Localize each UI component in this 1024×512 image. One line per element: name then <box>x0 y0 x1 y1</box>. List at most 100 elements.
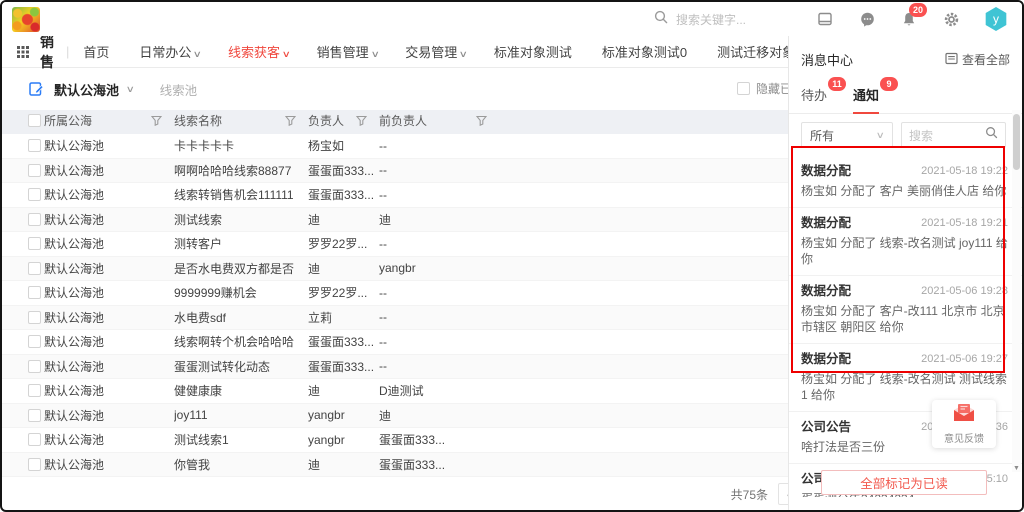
notification-item[interactable]: 数据分配 2021-05-06 19:28 杨宝如 分配了 客户-改111 北京… <box>789 276 1022 344</box>
select-all-checkbox[interactable] <box>28 114 41 127</box>
cell-owner: 迪 <box>308 456 379 473</box>
row-checkbox[interactable] <box>28 164 41 177</box>
table-row[interactable]: 默认公海池 是否水电费双方都是否 迪 yangbr <box>2 257 788 282</box>
filter-icon[interactable] <box>356 115 367 126</box>
cell-lead-name[interactable]: 健健康康 <box>174 382 308 399</box>
cell-lead-name[interactable]: 是否水电费双方都是否 <box>174 260 308 277</box>
nav-item[interactable]: 测试迁移对象 <box>717 42 788 61</box>
app-grid-icon[interactable] <box>16 45 30 59</box>
table-row[interactable]: 默认公海池 joy111 yangbr 迪 <box>2 404 788 429</box>
row-checkbox[interactable] <box>28 139 41 152</box>
column-header-owner[interactable]: 负责人 <box>308 112 379 129</box>
cell-prev-owner: -- <box>379 188 499 202</box>
cell-lead-name[interactable]: 卡卡卡卡卡 <box>174 137 308 154</box>
cell-lead-name[interactable]: 测试线索1 <box>174 431 308 448</box>
pool-selector-dropdown[interactable]: 默认公海池 ∨ <box>54 80 134 99</box>
user-avatar[interactable]: y <box>984 7 1008 31</box>
table-row[interactable]: 默认公海池 测试线索1 yangbr 蛋蛋面333... <box>2 428 788 453</box>
feedback-widget[interactable]: 意见反馈 <box>932 400 996 448</box>
column-header-name[interactable]: 线索名称 <box>174 112 308 129</box>
edit-document-icon[interactable] <box>28 81 44 97</box>
cell-prev-owner: 迪 <box>379 407 499 424</box>
nav-item[interactable]: 标准对象测试 <box>494 42 575 61</box>
table-row[interactable]: 默认公海池 水电费sdf 立莉 -- <box>2 306 788 331</box>
settings-gear-icon[interactable] <box>942 10 960 28</box>
current-app-label[interactable]: 销售 <box>40 36 54 72</box>
prev-page-button[interactable]: ‹ <box>778 483 788 505</box>
scroll-down-icon[interactable]: ▼ <box>1012 465 1021 472</box>
cell-owner: yangbr <box>308 433 379 447</box>
chat-icon[interactable] <box>858 10 876 28</box>
cell-lead-name[interactable]: 线索转销售机会111111 <box>174 186 308 203</box>
row-checkbox[interactable] <box>28 262 41 275</box>
panel-tab[interactable]: 待办 11 <box>801 85 827 113</box>
table-row[interactable]: 默认公海池 线索转销售机会111111 蛋蛋面333... -- <box>2 183 788 208</box>
table-row[interactable]: 默认公海池 你管我 迪 蛋蛋面333... <box>2 453 788 478</box>
nav-item[interactable]: 销售管理 ∨ <box>317 42 379 61</box>
cell-lead-name[interactable]: 线索啊转个机会哈哈哈 <box>174 333 308 350</box>
row-checkbox[interactable] <box>28 237 41 250</box>
mark-all-read-button[interactable]: 全部标记为已读 <box>821 470 987 495</box>
chevron-down-icon: ∨ <box>876 130 885 141</box>
row-checkbox[interactable] <box>28 433 41 446</box>
notification-time: 2021-05-18 19:22 <box>921 163 1008 179</box>
cell-lead-name[interactable]: joy111 <box>174 408 308 422</box>
panel-tabs: 待办 11 通知 9 <box>789 69 1022 114</box>
notification-item[interactable]: 数据分配 2021-05-18 19:22 杨宝如 分配了 客户 美丽俏佳人店 … <box>789 156 1022 208</box>
company-logo[interactable] <box>12 7 40 32</box>
table-row[interactable]: 默认公海池 啊啊哈哈哈线索88877 蛋蛋面333... -- <box>2 159 788 184</box>
view-all-link[interactable]: 查看全部 <box>945 51 1010 68</box>
scrollbar-thumb[interactable] <box>1013 114 1020 170</box>
nav-item[interactable]: 线索获客 ∨ <box>228 42 290 61</box>
notification-item[interactable]: 数据分配 2021-05-18 19:21 杨宝如 分配了 线索-改名测试 jo… <box>789 208 1022 276</box>
envelope-icon <box>952 403 976 428</box>
row-checkbox[interactable] <box>28 188 41 201</box>
table-row[interactable]: 默认公海池 测转客户 罗罗22罗... -- <box>2 232 788 257</box>
cell-lead-name[interactable]: 啊啊哈哈哈线索88877 <box>174 162 308 179</box>
cell-lead-name[interactable]: 测试线索 <box>174 211 308 228</box>
nav-item-label: 日常办公 <box>139 42 191 61</box>
nav-item[interactable]: 交易管理 ∨ <box>405 42 467 61</box>
cell-lead-name[interactable]: 你管我 <box>174 456 308 473</box>
nav-item[interactable]: 首页 <box>83 42 112 61</box>
table-row[interactable]: 默认公海池 线索啊转个机会哈哈哈 蛋蛋面333... -- <box>2 330 788 355</box>
filter-icon[interactable] <box>151 115 162 126</box>
cell-lead-name[interactable]: 测转客户 <box>174 235 308 252</box>
table-row[interactable]: 默认公海池 蛋蛋测试转化动态 蛋蛋面333... -- <box>2 355 788 380</box>
row-checkbox[interactable] <box>28 213 41 226</box>
lead-pool-tab[interactable]: 线索池 <box>160 80 198 99</box>
cell-lead-name[interactable]: 水电费sdf <box>174 309 308 326</box>
row-checkbox[interactable] <box>28 409 41 422</box>
table-row[interactable]: 默认公海池 测试线索 迪 迪 <box>2 208 788 233</box>
cell-pool: 默认公海池 <box>44 358 174 375</box>
row-checkbox[interactable] <box>28 335 41 348</box>
row-checkbox[interactable] <box>28 360 41 373</box>
nav-item[interactable]: 标准对象测试0 <box>602 42 690 61</box>
total-count-label: 共75条 <box>731 486 768 503</box>
notification-type-select[interactable]: 所有 ∨ <box>801 122 893 148</box>
filter-icon[interactable] <box>285 115 296 126</box>
cell-pool: 默认公海池 <box>44 235 174 252</box>
hide-converted-checkbox[interactable] <box>737 82 750 95</box>
filter-icon[interactable] <box>476 115 487 126</box>
row-checkbox[interactable] <box>28 311 41 324</box>
panel-title: 消息中心 <box>801 50 853 69</box>
table-row[interactable]: 默认公海池 健健康康 迪 D迪测试 <box>2 379 788 404</box>
notification-body: 杨宝如 分配了 线索-改名测试 joy111 给你 <box>801 235 1008 267</box>
notifications-bell-icon[interactable]: 20 <box>900 10 918 28</box>
column-header-prev-owner[interactable]: 前负责人 <box>379 112 499 129</box>
row-checkbox[interactable] <box>28 286 41 299</box>
cell-lead-name[interactable]: 9999999赚机会 <box>174 284 308 301</box>
row-checkbox[interactable] <box>28 458 41 471</box>
panel-tab[interactable]: 通知 9 <box>853 85 879 113</box>
panel-scrollbar[interactable]: ▼ <box>1012 110 1021 472</box>
global-search-input[interactable]: 搜索关键字... <box>654 2 746 36</box>
workbench-icon[interactable] <box>816 10 834 28</box>
row-checkbox[interactable] <box>28 384 41 397</box>
cell-lead-name[interactable]: 蛋蛋测试转化动态 <box>174 358 308 375</box>
column-header-pool[interactable]: 所属公海 <box>44 112 174 129</box>
table-row[interactable]: 默认公海池 9999999赚机会 罗罗22罗... -- <box>2 281 788 306</box>
nav-item[interactable]: 日常办公 ∨ <box>139 42 201 61</box>
notification-search-input[interactable]: 搜索 <box>901 122 1006 148</box>
table-row[interactable]: 默认公海池 卡卡卡卡卡 杨宝如 -- <box>2 134 788 159</box>
